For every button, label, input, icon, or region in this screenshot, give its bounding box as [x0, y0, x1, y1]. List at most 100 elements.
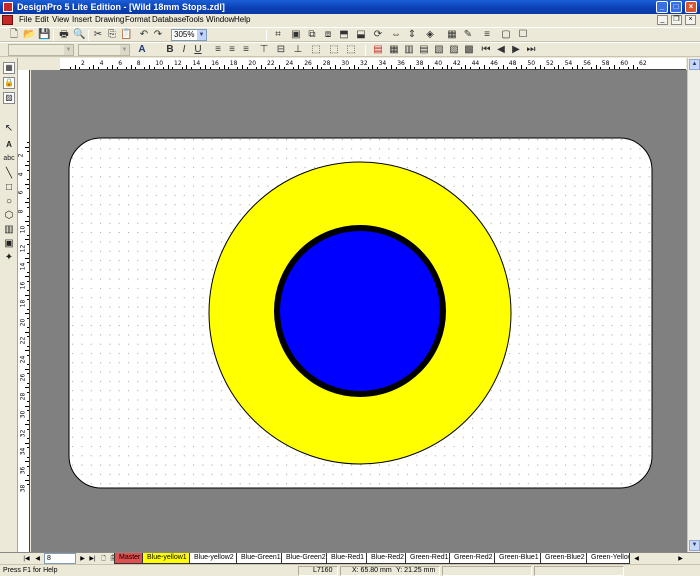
maximize-button[interactable]: □	[670, 1, 682, 13]
fill-color-icon[interactable]: ◈	[424, 29, 436, 41]
doc-restore-button[interactable]: ❐	[671, 15, 682, 25]
picture-tool-icon[interactable]: ▣	[3, 238, 15, 250]
pointer-tool-icon[interactable]: ↖	[3, 123, 15, 135]
ellipse-tool-icon[interactable]: ○	[3, 196, 15, 208]
text-vertical-icon[interactable]: ⬚	[345, 44, 357, 56]
page-tab-master[interactable]: Master	[114, 553, 146, 564]
table-icon[interactable]: ▦	[388, 44, 400, 56]
record-icon[interactable]: ▤	[418, 44, 430, 56]
query-icon[interactable]: ▧	[433, 44, 445, 56]
scroll-down-icon[interactable]: ▼	[689, 540, 700, 551]
page-tab-blue-red2[interactable]: Blue-Red2	[366, 553, 410, 564]
page-tab-blue-yellow1[interactable]: Blue-yellow1	[142, 553, 192, 564]
label-setup-icon[interactable]: ▦	[3, 62, 15, 74]
rectangle-tool-icon[interactable]: □	[3, 182, 15, 194]
flip-vertical-icon[interactable]: ⇕	[406, 29, 418, 41]
menu-edit[interactable]: Edit	[35, 14, 49, 26]
page-tab-blue-green1[interactable]: Blue-Green1	[236, 553, 286, 564]
font-color-icon[interactable]: A	[136, 44, 148, 56]
menu-format[interactable]: Format	[125, 14, 150, 26]
line-color-icon[interactable]: ✎	[462, 29, 474, 41]
font-size-select[interactable]: ▼	[78, 44, 130, 56]
menu-insert[interactable]: Insert	[72, 14, 92, 26]
ungroup-icon[interactable]: ⧉	[306, 29, 318, 41]
open-folder-icon[interactable]: 📂	[23, 29, 35, 41]
line-tool-icon[interactable]: ╲	[3, 168, 15, 180]
paste-icon[interactable]: 📋	[120, 29, 132, 41]
cut-icon[interactable]: ✂	[92, 29, 104, 41]
menu-view[interactable]: View	[52, 14, 69, 26]
tab-scroll-right-icon[interactable]: ▶	[676, 554, 685, 564]
first-page-icon[interactable]: |◀	[22, 554, 31, 564]
text-wrap-icon[interactable]: ⬚	[328, 44, 340, 56]
add-page-icon[interactable]: 🗋	[99, 554, 108, 564]
text-top-icon[interactable]: ⊤	[258, 44, 270, 56]
doc-close-button[interactable]: ×	[685, 15, 696, 25]
print-icon[interactable]: 🖶	[58, 29, 70, 41]
arc-text-tool-icon[interactable]: abc	[3, 153, 15, 165]
menu-drawing[interactable]: Drawing	[95, 14, 124, 26]
page-number-field[interactable]: 8	[44, 553, 76, 564]
inner-blue-circle[interactable]	[274, 225, 446, 397]
barcode-tool-icon[interactable]: ▥	[3, 224, 15, 236]
send-back-icon[interactable]: ⬒	[338, 29, 350, 41]
minimize-button[interactable]: _	[656, 1, 668, 13]
group-icon[interactable]: ▣	[290, 29, 302, 41]
text-fit-icon[interactable]: ⬚	[310, 44, 322, 56]
menu-help[interactable]: Help	[234, 14, 250, 26]
tab-scroll-left-icon[interactable]: ◀	[632, 554, 641, 564]
database-icon[interactable]: ▤	[372, 44, 384, 56]
filter-icon[interactable]: ▨	[448, 44, 460, 56]
prev-record-icon[interactable]: ◀	[495, 44, 507, 56]
menu-file[interactable]: File	[19, 14, 32, 26]
menu-database[interactable]: Database	[152, 14, 186, 26]
undo-icon[interactable]: ↶	[138, 29, 150, 41]
align-left-icon[interactable]: ≡	[212, 44, 224, 56]
flip-horizontal-icon[interactable]: ⇔	[390, 29, 402, 41]
page-tab-green-red1[interactable]: Green-Red1	[405, 553, 454, 564]
align-right-icon[interactable]: ≡	[240, 44, 252, 56]
bold-icon[interactable]: B	[164, 44, 176, 56]
pattern-icon[interactable]: ▦	[446, 29, 458, 41]
next-page-icon[interactable]: ▶	[78, 554, 87, 564]
doc-minimize-button[interactable]: _	[657, 15, 668, 25]
underline-icon[interactable]: U	[192, 44, 204, 56]
polygon-tool-icon[interactable]: ⬡	[3, 210, 15, 222]
copy-icon[interactable]: ⎘	[106, 29, 118, 41]
menu-tools[interactable]: Tools	[185, 14, 204, 26]
save-icon[interactable]: 💾	[38, 29, 50, 41]
bring-front-icon[interactable]: ⧈	[322, 29, 334, 41]
scroll-up-icon[interactable]: ▲	[689, 59, 700, 70]
lock-icon[interactable]: 🔒	[3, 77, 15, 89]
text-middle-icon[interactable]: ⊟	[275, 44, 287, 56]
page-tab-blue-red1[interactable]: Blue-Red1	[326, 553, 370, 564]
merge-icon[interactable]: ▥	[403, 44, 415, 56]
redo-icon[interactable]: ↷	[152, 29, 164, 41]
frame-icon[interactable]: ☐	[517, 29, 529, 41]
print-preview-icon[interactable]: 🔍	[73, 29, 85, 41]
page-tab-blue-green2[interactable]: Blue-Green2	[281, 553, 331, 564]
document-icon[interactable]	[2, 15, 13, 25]
text-bottom-icon[interactable]: ⊥	[292, 44, 304, 56]
page-tab-green-yellow[interactable]: Green-Yellow	[586, 553, 630, 564]
close-button[interactable]: ×	[685, 1, 697, 13]
new-file-icon[interactable]: 🗋	[8, 29, 20, 41]
crop-icon[interactable]: ⌗	[272, 29, 284, 41]
zoom-select[interactable]: 305% ▼	[171, 29, 207, 41]
last-page-icon[interactable]: ▶|	[88, 554, 97, 564]
design-canvas[interactable]	[31, 70, 687, 552]
image-icon[interactable]: ▨	[3, 92, 15, 104]
first-record-icon[interactable]: ⏮	[480, 44, 492, 56]
rotate-icon[interactable]: ⟳	[372, 29, 384, 41]
line-style-icon[interactable]: ≡	[481, 29, 493, 41]
sort-icon[interactable]: ▩	[463, 44, 475, 56]
page-tab-green-blue1[interactable]: Green-Blue1	[494, 553, 544, 564]
menu-window[interactable]: Window	[206, 14, 234, 26]
shadow-icon[interactable]: ▢	[500, 29, 512, 41]
last-record-icon[interactable]: ⏭	[525, 44, 537, 56]
align-icon[interactable]: ⬓	[355, 29, 367, 41]
page-tab-green-red2[interactable]: Green-Red2	[449, 553, 498, 564]
prev-page-icon[interactable]: ◀	[33, 554, 42, 564]
vertical-scrollbar[interactable]: ▲ ▼	[687, 58, 700, 552]
page-tab-green-blue2[interactable]: Green-Blue2	[540, 553, 590, 564]
